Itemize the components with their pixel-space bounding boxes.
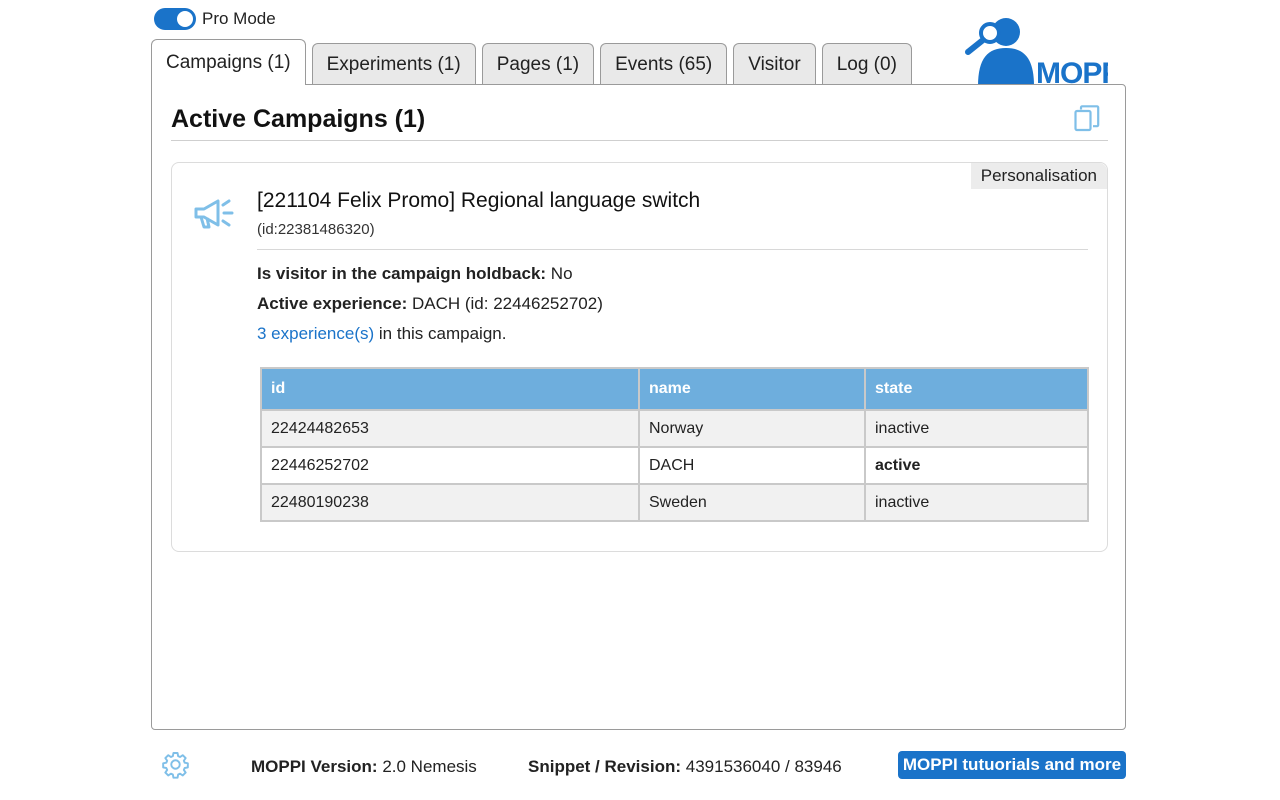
table-row: 22446252702 DACH active bbox=[260, 446, 1089, 485]
table-row: 22424482653 Norway inactive bbox=[260, 409, 1089, 448]
snippet-info: Snippet / Revision: 4391536040 / 83946 bbox=[528, 757, 842, 777]
page-title: Active Campaigns (1) bbox=[171, 105, 426, 133]
header-id: id bbox=[260, 367, 640, 411]
logo-text: MOPPI bbox=[1036, 57, 1108, 86]
active-experience-label: Active experience: bbox=[257, 294, 408, 313]
divider bbox=[257, 249, 1088, 250]
tab-experiments[interactable]: Experiments (1) bbox=[311, 43, 476, 85]
cell-name: Norway bbox=[638, 409, 866, 448]
pro-mode-toggle[interactable]: Pro Mode bbox=[154, 8, 276, 30]
tutorials-button[interactable]: MOPPI tutuorials and more bbox=[898, 751, 1126, 779]
version-info: MOPPI Version: 2.0 Nemesis bbox=[251, 757, 477, 777]
campaign-title: [221104 Felix Promo] Regional language s… bbox=[257, 189, 701, 212]
experiences-row: 3 experience(s) in this campaign. bbox=[257, 324, 506, 344]
table-header-row: id name state bbox=[260, 367, 1089, 411]
cell-id: 22424482653 bbox=[260, 409, 640, 448]
pro-mode-switch[interactable] bbox=[154, 8, 196, 30]
cell-name: DACH bbox=[638, 446, 866, 485]
header-state: state bbox=[864, 367, 1089, 411]
active-experience-value: DACH (id: 22446252702) bbox=[407, 294, 603, 313]
experiences-link[interactable]: 3 experience(s) bbox=[257, 324, 374, 343]
cell-state: inactive bbox=[864, 409, 1089, 448]
version-label: MOPPI Version: bbox=[251, 757, 378, 776]
experiences-suffix: in this campaign. bbox=[374, 324, 507, 343]
holdback-label: Is visitor in the campaign holdback: bbox=[257, 264, 547, 283]
cell-id: 22446252702 bbox=[260, 446, 640, 485]
footer: MOPPI Version: 2.0 Nemesis Snippet / Rev… bbox=[0, 750, 1280, 782]
version-value: 2.0 Nemesis bbox=[377, 757, 477, 776]
snippet-label: Snippet / Revision: bbox=[528, 757, 682, 776]
megaphone-icon bbox=[194, 199, 234, 229]
cell-state: active bbox=[864, 446, 1089, 485]
panel-header: Active Campaigns (1) bbox=[171, 103, 1108, 141]
campaign-type-badge: Personalisation bbox=[970, 163, 1107, 189]
copy-icon[interactable] bbox=[1074, 105, 1100, 133]
campaign-card: Personalisation [221104 Felix Promo] Reg… bbox=[171, 162, 1108, 552]
cell-state: inactive bbox=[864, 483, 1089, 522]
campaign-id: (id:22381486320) bbox=[257, 221, 375, 238]
holdback-row: Is visitor in the campaign holdback: No bbox=[257, 264, 573, 284]
table-row: 22480190238 Sweden inactive bbox=[260, 483, 1089, 522]
holdback-value: No bbox=[546, 264, 573, 283]
tab-log[interactable]: Log (0) bbox=[821, 43, 912, 85]
moppi-logo: MOPPI bbox=[965, 18, 1108, 86]
tab-bar: Campaigns (1) Experiments (1) Pages (1) … bbox=[151, 39, 912, 85]
cell-name: Sweden bbox=[638, 483, 866, 522]
snippet-value: 4391536040 / 83946 bbox=[681, 757, 842, 776]
experiences-table: id name state 22424482653 Norway inactiv… bbox=[260, 367, 1089, 522]
gear-icon[interactable] bbox=[161, 750, 190, 779]
tab-pages[interactable]: Pages (1) bbox=[481, 43, 595, 85]
campaigns-panel: Active Campaigns (1) Personalisation [22… bbox=[151, 84, 1126, 730]
pro-mode-label: Pro Mode bbox=[202, 9, 276, 28]
active-experience-row: Active experience: DACH (id: 22446252702… bbox=[257, 294, 603, 314]
header-name: name bbox=[638, 367, 866, 411]
cell-id: 22480190238 bbox=[260, 483, 640, 522]
tab-campaigns[interactable]: Campaigns (1) bbox=[151, 39, 306, 85]
switch-knob bbox=[177, 11, 193, 27]
tab-visitor[interactable]: Visitor bbox=[733, 43, 816, 85]
tab-events[interactable]: Events (65) bbox=[600, 43, 728, 85]
